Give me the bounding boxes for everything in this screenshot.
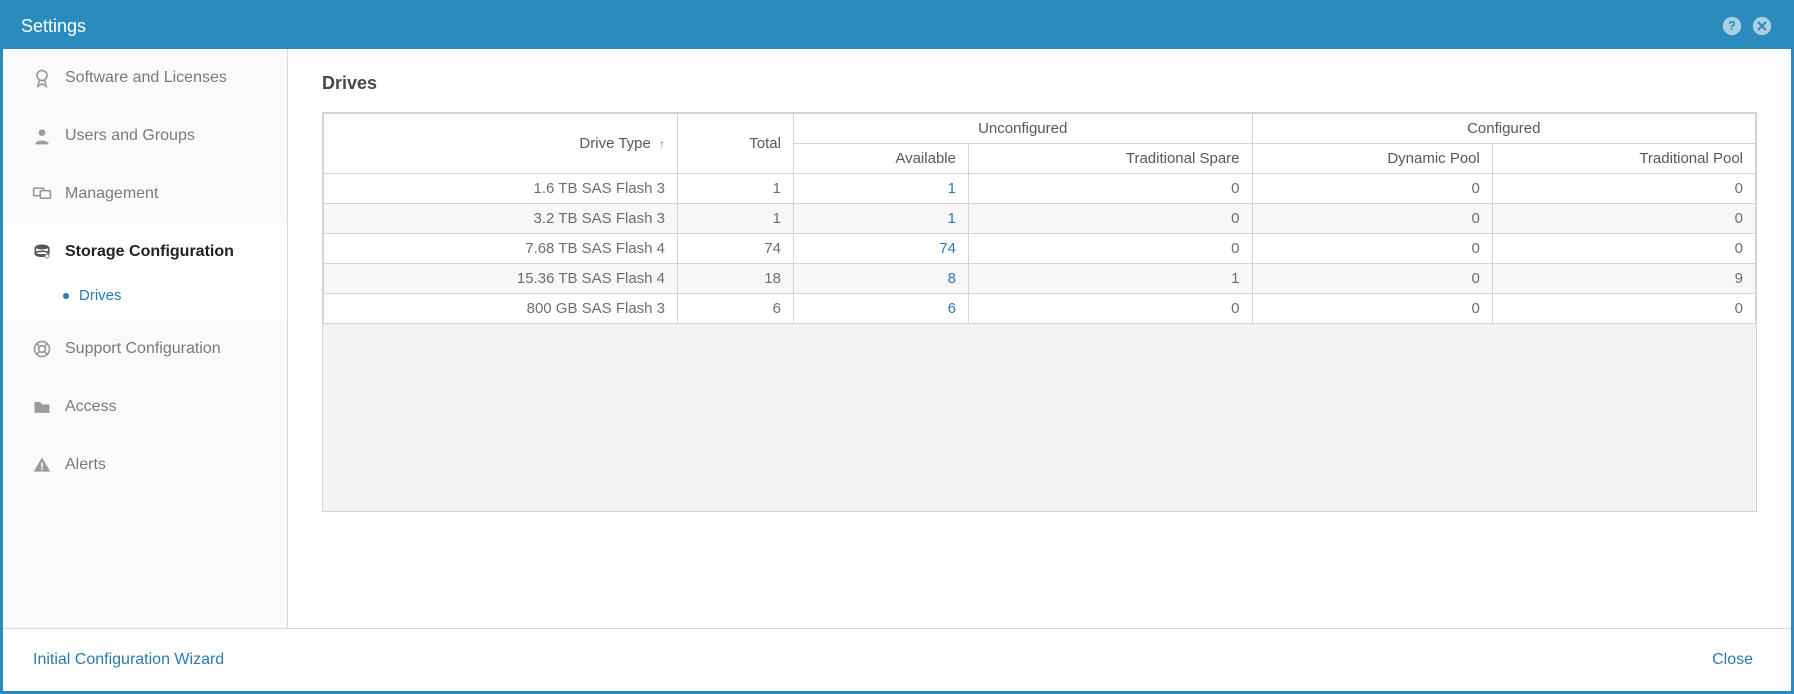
cell-total: 18 [678, 264, 794, 294]
drives-table: Drive Type ↑ Total Unconfigured Configur… [323, 113, 1756, 324]
cell-traditional-pool: 0 [1492, 174, 1755, 204]
sidebar-item-label: Support Configuration [65, 340, 221, 358]
col-traditional-spare[interactable]: Traditional Spare [968, 144, 1252, 174]
table-row[interactable]: 3.2 TB SAS Flash 311000 [324, 204, 1756, 234]
footer: Initial Configuration Wizard Close [3, 629, 1791, 691]
bullet-icon [63, 293, 69, 299]
sidebar-item-management[interactable]: Management [3, 165, 287, 223]
main-content: Drives Drive Type ↑ Total Unconfigured C… [288, 49, 1791, 628]
col-group-configured: Configured [1252, 114, 1755, 144]
lifebuoy-icon [31, 338, 53, 360]
table-row[interactable]: 800 GB SAS Flash 366000 [324, 294, 1756, 324]
sidebar-item-access[interactable]: Access [3, 378, 287, 436]
sidebar-item-users-groups[interactable]: Users and Groups [3, 107, 287, 165]
cell-total: 1 [678, 204, 794, 234]
table-row[interactable]: 1.6 TB SAS Flash 311000 [324, 174, 1756, 204]
sidebar-item-label: Software and Licenses [65, 69, 227, 87]
cell-drive-type: 1.6 TB SAS Flash 3 [324, 174, 678, 204]
col-traditional-pool[interactable]: Traditional Pool [1492, 144, 1755, 174]
cell-available[interactable]: 1 [793, 174, 968, 204]
col-total[interactable]: Total [678, 114, 794, 174]
cell-traditional-pool: 0 [1492, 204, 1755, 234]
user-icon [31, 125, 53, 147]
sidebar-item-storage-configuration[interactable]: Storage Configuration [3, 223, 287, 281]
cell-traditional-pool: 0 [1492, 294, 1755, 324]
table-row[interactable]: 7.68 TB SAS Flash 47474000 [324, 234, 1756, 264]
sidebar-item-support-configuration[interactable]: Support Configuration [3, 320, 287, 378]
cell-total: 74 [678, 234, 794, 264]
cell-dynamic-pool: 0 [1252, 174, 1492, 204]
sidebar-item-label: Users and Groups [65, 127, 195, 145]
svg-text:?: ? [1728, 19, 1736, 33]
sidebar-subitem-label: Drives [79, 287, 122, 304]
cell-traditional-pool: 9 [1492, 264, 1755, 294]
cell-available[interactable]: 8 [793, 264, 968, 294]
cell-drive-type: 800 GB SAS Flash 3 [324, 294, 678, 324]
cell-total: 6 [678, 294, 794, 324]
cell-dynamic-pool: 0 [1252, 264, 1492, 294]
page-title: Drives [322, 73, 1757, 94]
cell-available[interactable]: 1 [793, 204, 968, 234]
col-group-unconfigured: Unconfigured [793, 114, 1252, 144]
cell-traditional-spare: 0 [968, 234, 1252, 264]
warning-icon [31, 454, 53, 476]
sidebar-item-software-licenses[interactable]: Software and Licenses [3, 49, 287, 107]
window-title: Settings [21, 16, 1713, 37]
col-dynamic-pool[interactable]: Dynamic Pool [1252, 144, 1492, 174]
sidebar-item-label: Alerts [65, 456, 106, 474]
sidebar: Software and Licenses Users and Groups M… [3, 49, 288, 628]
drives-table-container: Drive Type ↑ Total Unconfigured Configur… [322, 112, 1757, 512]
sidebar-item-label: Storage Configuration [65, 243, 234, 261]
cell-traditional-spare: 0 [968, 294, 1252, 324]
folder-icon [31, 396, 53, 418]
sidebar-subitem-drives[interactable]: Drives [3, 281, 287, 320]
cell-traditional-spare: 0 [968, 204, 1252, 234]
cell-drive-type: 15.36 TB SAS Flash 4 [324, 264, 678, 294]
cell-dynamic-pool: 0 [1252, 234, 1492, 264]
cell-traditional-spare: 1 [968, 264, 1252, 294]
sidebar-item-label: Management [65, 185, 158, 203]
cell-traditional-spare: 0 [968, 174, 1252, 204]
cell-drive-type: 7.68 TB SAS Flash 4 [324, 234, 678, 264]
cell-drive-type: 3.2 TB SAS Flash 3 [324, 204, 678, 234]
cell-total: 1 [678, 174, 794, 204]
initial-configuration-wizard-link[interactable]: Initial Configuration Wizard [33, 651, 224, 669]
close-button[interactable]: Close [1704, 647, 1761, 673]
cell-available[interactable]: 6 [793, 294, 968, 324]
help-icon[interactable]: ? [1721, 15, 1743, 37]
sidebar-item-label: Access [65, 398, 117, 416]
close-icon[interactable] [1751, 15, 1773, 37]
sidebar-item-alerts[interactable]: Alerts [3, 436, 287, 494]
cell-traditional-pool: 0 [1492, 234, 1755, 264]
storage-icon [31, 241, 53, 263]
titlebar: Settings ? [3, 3, 1791, 49]
cell-dynamic-pool: 0 [1252, 294, 1492, 324]
monitors-icon [31, 183, 53, 205]
col-available[interactable]: Available [793, 144, 968, 174]
ribbon-icon [31, 67, 53, 89]
table-row[interactable]: 15.36 TB SAS Flash 4188109 [324, 264, 1756, 294]
col-drive-type[interactable]: Drive Type ↑ [324, 114, 678, 174]
sort-asc-icon: ↑ [659, 137, 665, 151]
cell-dynamic-pool: 0 [1252, 204, 1492, 234]
cell-available[interactable]: 74 [793, 234, 968, 264]
